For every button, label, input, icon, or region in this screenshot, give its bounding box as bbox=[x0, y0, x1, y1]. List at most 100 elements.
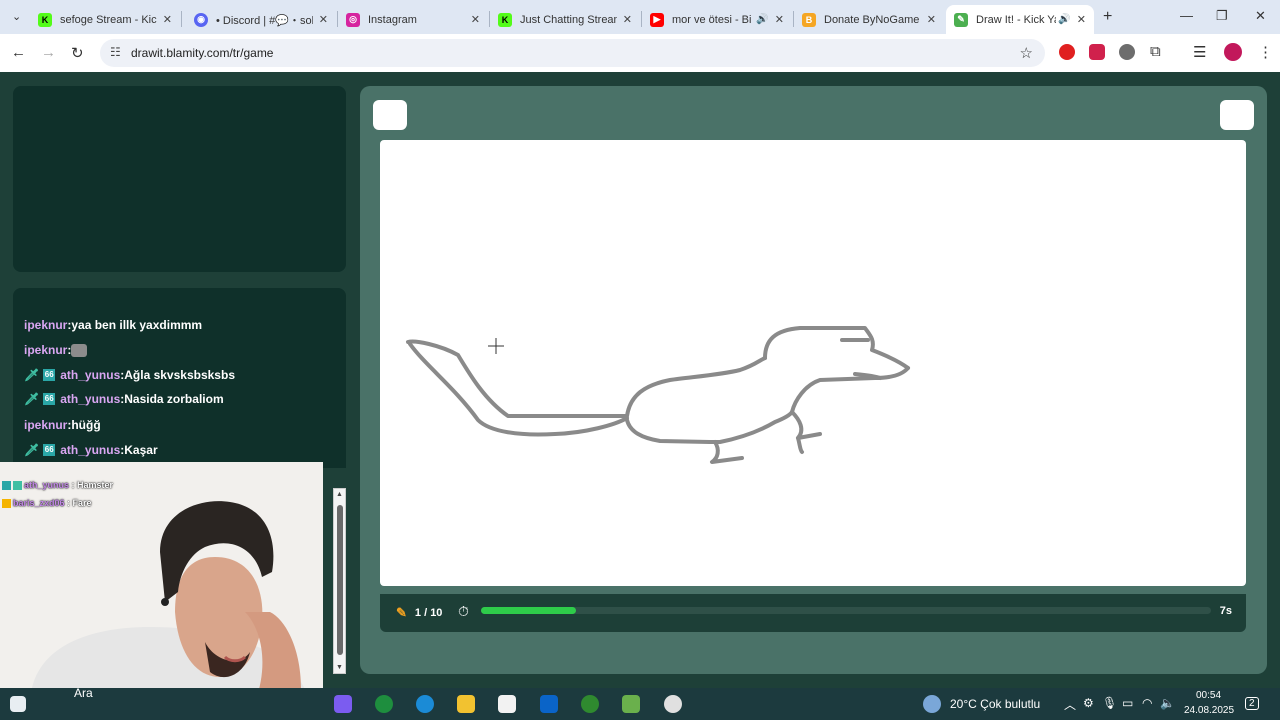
store-icon[interactable] bbox=[498, 695, 516, 713]
copilot-icon[interactable] bbox=[334, 695, 352, 713]
menu-button[interactable] bbox=[373, 100, 407, 130]
maximize-button[interactable]: ❐ bbox=[1216, 8, 1228, 24]
close-icon[interactable]: ✕ bbox=[319, 13, 328, 26]
battery-icon[interactable]: ▭ bbox=[1122, 696, 1133, 710]
timer-progress-bar bbox=[481, 607, 1211, 614]
tab-title: Instagram bbox=[368, 13, 417, 26]
sword-badge-icon: 🗡 bbox=[24, 392, 40, 406]
tab-donate[interactable]: B Donate ByNoGame ✕ bbox=[794, 5, 944, 34]
pencil-icon: ✎ bbox=[396, 605, 407, 620]
bookmark-star-icon[interactable]: ☆ bbox=[1020, 44, 1033, 62]
settings-tray-icon[interactable]: ⚙ bbox=[1083, 696, 1094, 710]
chat-text: yaa ben illk yaxdimmm bbox=[71, 318, 203, 332]
speaker-icon: 🔊 bbox=[1058, 14, 1071, 25]
speaker-icon: 🔊 bbox=[756, 14, 769, 25]
volume-icon[interactable]: 🔈 bbox=[1160, 696, 1175, 710]
upwork-icon[interactable] bbox=[581, 695, 599, 713]
chat-username[interactable]: ath_yunus bbox=[60, 443, 120, 457]
url-text[interactable]: drawit.blamity.com/tr/game bbox=[131, 46, 273, 60]
stopwatch-icon: ⏱ bbox=[458, 603, 469, 619]
tab-sefoge-stream[interactable]: K sefoge Stream - Kick ✕ bbox=[30, 5, 180, 34]
tab-title: Just Chatting Stream bbox=[520, 13, 617, 26]
chat-text: Nasida zorbaliom bbox=[124, 392, 224, 406]
round-text: 1 / 10 bbox=[414, 607, 443, 619]
chat-message: ipeknur: bbox=[24, 343, 88, 357]
back-icon[interactable]: ← bbox=[11, 44, 26, 61]
taskbar-search[interactable]: Ara bbox=[74, 686, 93, 700]
taskbar: Ara 20°C Çok bulutlu ︿ ⚙ 🎙 ▭ ◠ 🔈 00:54 2… bbox=[0, 686, 1280, 720]
clock-time[interactable]: 00:54 bbox=[1196, 690, 1221, 701]
close-icon[interactable]: ✕ bbox=[775, 13, 784, 26]
reload-icon[interactable]: ↻ bbox=[71, 44, 84, 62]
obs-icon[interactable] bbox=[664, 695, 682, 713]
tab-draw-it[interactable]: ✎ Draw It! - Kick Ya 🔊 ✕ bbox=[946, 5, 1094, 34]
menu-icon[interactable]: ⋮ bbox=[1258, 43, 1273, 61]
sword-badge-icon: 🗡 bbox=[24, 368, 40, 382]
close-icon[interactable]: ✕ bbox=[471, 13, 480, 26]
settings-button[interactable] bbox=[1220, 100, 1254, 130]
instagram-icon: ◎ bbox=[346, 12, 360, 27]
profile-avatar[interactable] bbox=[1224, 43, 1242, 61]
tab-title: Draw It! - Kick Ya bbox=[976, 13, 1057, 26]
wifi-icon[interactable]: ◠ bbox=[1142, 696, 1152, 710]
close-icon[interactable]: ✕ bbox=[163, 13, 172, 26]
sword-badge-icon: 🗡 bbox=[24, 443, 40, 457]
tab-just-chatting[interactable]: K Just Chatting Stream ✕ bbox=[490, 5, 640, 34]
tab-discord[interactable]: ◉ • Discord | #💬・sohbet ✕ bbox=[186, 5, 336, 34]
chat-username[interactable]: ath_yunus bbox=[60, 368, 120, 382]
microphone-icon[interactable]: 🎙 bbox=[1102, 696, 1117, 710]
address-bar: ← → ↻ ☷ drawit.blamity.com/tr/game ☆ ⧉ ☰… bbox=[0, 34, 1280, 72]
forward-icon[interactable]: → bbox=[41, 44, 56, 61]
file-explorer-icon[interactable] bbox=[457, 695, 475, 713]
tab-title: mor ve ötesi - Bir bbox=[672, 13, 753, 26]
clock-date[interactable]: 24.08.2025 bbox=[1184, 705, 1234, 716]
chat-username[interactable]: ath_yunus bbox=[60, 392, 120, 406]
tab-title: • Discord | #💬・sohbet bbox=[216, 14, 313, 27]
tab-search-icon[interactable]: ⌄ bbox=[12, 10, 21, 23]
game-status-bar: ✎ 1 / 10 ⏱ 7s bbox=[380, 594, 1246, 632]
subscriber-badge-icon: 66 bbox=[43, 444, 56, 456]
android-icon[interactable] bbox=[622, 695, 640, 713]
chrome-icon[interactable] bbox=[375, 695, 393, 713]
tab-instagram[interactable]: ◎ Instagram ✕ bbox=[338, 5, 488, 34]
new-tab-button[interactable]: + bbox=[1103, 8, 1112, 26]
game-panel: ✎ 1 / 10 ⏱ 7s bbox=[360, 86, 1267, 674]
close-window-button[interactable]: ✕ bbox=[1255, 8, 1266, 24]
kick-icon: K bbox=[38, 12, 52, 27]
chat-message: ipeknur: yaa ben illk yaxdimmm bbox=[24, 318, 203, 332]
edge-icon[interactable] bbox=[416, 695, 434, 713]
media-extension-icon[interactable] bbox=[1089, 44, 1105, 60]
tab-youtube[interactable]: ▶ mor ve ötesi - Bir 🔊 ✕ bbox=[642, 5, 792, 34]
site-settings-icon[interactable]: ☷ bbox=[110, 45, 121, 59]
notification-count: 2 bbox=[1249, 698, 1255, 709]
start-icon[interactable] bbox=[10, 696, 26, 712]
chat-message: ipeknur: hüğğ bbox=[24, 418, 101, 432]
chat-message: 🗡 66 ath_yunus: Ağla skvsksbsksbs bbox=[24, 368, 235, 382]
close-icon[interactable]: ✕ bbox=[927, 13, 936, 26]
chevron-up-icon[interactable]: ︿ bbox=[1064, 696, 1076, 713]
weather-text[interactable]: 20°C Çok bulutlu bbox=[950, 697, 1040, 711]
close-icon[interactable]: ✕ bbox=[623, 13, 632, 26]
url-field[interactable]: ☷ drawit.blamity.com/tr/game ☆ bbox=[100, 39, 1045, 67]
chat-username[interactable]: ipeknur bbox=[24, 343, 67, 357]
extension-icon[interactable] bbox=[1119, 44, 1135, 60]
minimize-button[interactable]: — bbox=[1180, 8, 1193, 23]
notification-icon[interactable]: 2 bbox=[1245, 697, 1259, 710]
chat-panel: ipeknur: yaa ben illk yaxdimmm ipeknur: 🗡… bbox=[13, 288, 346, 468]
chat-message: 🗡 66 ath_yunus: Nasida zorbaliom bbox=[24, 392, 224, 406]
webcam-scrollbar[interactable]: ▲ ▼ bbox=[333, 488, 346, 674]
discord-icon: ◉ bbox=[194, 12, 208, 27]
tab-title: Donate ByNoGame bbox=[824, 13, 920, 26]
close-icon[interactable]: ✕ bbox=[1077, 13, 1086, 26]
chat-text: hüğğ bbox=[71, 418, 101, 432]
outlook-icon[interactable] bbox=[540, 695, 558, 713]
adblock-extension-icon[interactable] bbox=[1059, 44, 1075, 60]
chat-username[interactable]: ipeknur bbox=[24, 418, 67, 432]
scrollbar-thumb[interactable] bbox=[337, 505, 343, 655]
media-controls-icon[interactable]: ☰ bbox=[1193, 43, 1206, 61]
chat-username[interactable]: ipeknur bbox=[24, 318, 67, 332]
drawing-canvas[interactable] bbox=[380, 140, 1246, 586]
bynogame-icon: B bbox=[802, 12, 816, 27]
youtube-icon: ▶ bbox=[650, 12, 664, 27]
puzzle-extensions-icon[interactable]: ⧉ bbox=[1150, 43, 1161, 60]
